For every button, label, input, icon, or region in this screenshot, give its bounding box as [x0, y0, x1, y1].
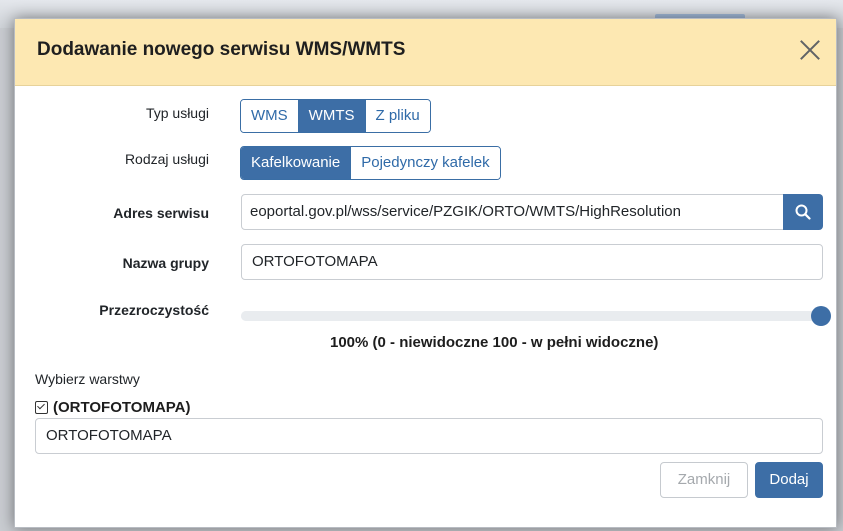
service-type-wms[interactable]: WMS	[241, 100, 298, 132]
transparency-label: Przezroczystość	[99, 302, 209, 318]
group-name-input[interactable]: ORTOFOTOMAPA	[241, 244, 823, 280]
dialog-title: Dodawanie nowego serwisu WMS/WMTS	[37, 39, 406, 60]
checkbox-checked-icon[interactable]	[35, 401, 48, 414]
service-type-toggle: WMS WMTS Z pliku	[240, 99, 431, 133]
service-kind-label: Rodzaj usługi	[124, 151, 209, 167]
slider-fill	[241, 311, 821, 321]
service-type-label: Typ usługi	[145, 105, 209, 121]
layer-group-checkbox[interactable]: (ORTOFOTOMAPA)	[35, 399, 191, 416]
service-kind-tiled[interactable]: Kafelkowanie	[241, 147, 351, 179]
service-address-label: Adres serwisu	[113, 205, 209, 221]
search-icon	[795, 204, 811, 220]
add-button[interactable]: Dodaj	[755, 462, 823, 498]
dialog-header: Dodawanie nowego serwisu WMS/WMTS	[15, 19, 836, 86]
service-address-input[interactable]: eoportal.gov.pl/wss/service/PZGIK/ORTO/W…	[241, 194, 785, 230]
service-kind-toggle: Kafelkowanie Pojedynczy kafelek	[240, 146, 501, 180]
service-type-file[interactable]: Z pliku	[364, 100, 430, 132]
add-service-dialog: Dodawanie nowego serwisu WMS/WMTS Typ us…	[14, 18, 837, 528]
group-name-label: Nazwa grupy	[122, 255, 209, 271]
layer-item[interactable]: ORTOFOTOMAPA	[35, 418, 823, 454]
service-kind-single-tile[interactable]: Pojedynczy kafelek	[350, 147, 500, 179]
slider-handle[interactable]	[811, 306, 831, 326]
close-icon[interactable]	[795, 35, 825, 65]
layer-group-label: (ORTOFOTOMAPA)	[53, 399, 191, 416]
close-button[interactable]: Zamknij	[660, 462, 748, 498]
layers-label: Wybierz warstwy	[35, 371, 140, 387]
transparency-slider[interactable]	[241, 306, 831, 326]
search-button[interactable]	[783, 194, 823, 230]
service-type-wmts[interactable]: WMTS	[297, 100, 365, 132]
transparency-caption: 100% (0 - niewidoczne 100 - w pełni wido…	[330, 334, 659, 351]
